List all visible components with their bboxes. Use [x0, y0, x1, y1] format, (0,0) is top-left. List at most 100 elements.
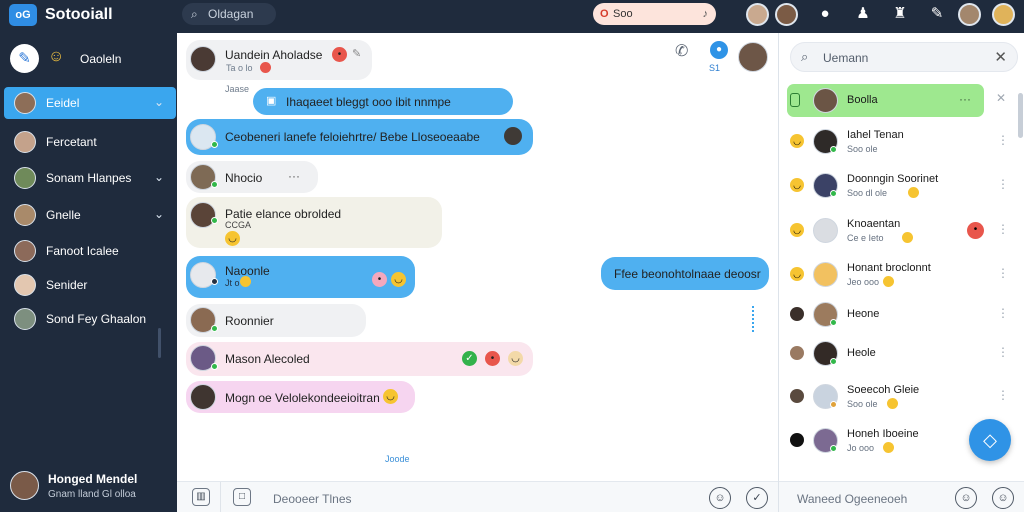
account-avatar[interactable] — [992, 3, 1015, 26]
profile-avatar[interactable] — [958, 3, 981, 26]
bookmark-icon[interactable]: ✎ — [927, 4, 947, 24]
chat-scroll-indicator[interactable] — [752, 306, 756, 332]
profile-status: Gnam lland Gl olloa — [48, 489, 136, 500]
bell-icon[interactable]: ♜ — [890, 4, 910, 24]
online-indicator — [211, 217, 218, 224]
contact-item-heone[interactable]: Heone ⋮ — [787, 298, 1009, 331]
attach-icon[interactable]: ☺ — [955, 487, 977, 509]
contact-status: Jo ooo — [847, 443, 875, 453]
contact-item-iahel-tenan[interactable]: ◡ Iahel Tenan Soo ole ⋮ — [787, 125, 1009, 158]
contact-item-heole[interactable]: Heole ⋮ — [787, 337, 1009, 370]
sidebar: ✎ ☺ Oaoleln Eeidel ⌄ Fercetant Sonam Hla… — [0, 33, 177, 512]
app-window: oG Sotooiall ⌕ Oldagan O Soo ♪ ● ♟ ♜ ✎ ✎… — [0, 0, 1024, 512]
message-bubble[interactable]: Roonnier — [186, 304, 366, 337]
contact-name: Doonngin Soorinet — [847, 173, 939, 185]
video-icon[interactable]: ● — [710, 41, 728, 59]
message-text: Ceobeneri lanefe feloiehrtre/ Bebe Llose… — [225, 130, 480, 144]
message-time: Ta o lo — [226, 63, 253, 73]
contact-avatar[interactable] — [775, 3, 798, 26]
person-icon[interactable]: ♟ — [853, 4, 873, 24]
sidebar-header-label: Oaoleln — [80, 52, 122, 66]
status-dot-icon — [790, 389, 804, 403]
more-icon[interactable]: ⋮ — [997, 306, 1009, 320]
more-icon[interactable]: ⋮ — [997, 388, 1009, 402]
smile-emoji-icon: ◡ — [508, 351, 523, 366]
contact-item-boolla[interactable]: Boolla ··· — [787, 84, 984, 117]
status-dot-icon — [790, 307, 804, 321]
avatar — [14, 240, 36, 262]
more-icon[interactable]: ⋮ — [997, 345, 1009, 359]
sidebar-item-fercetant[interactable]: Fercetant — [4, 126, 176, 158]
message-bubble[interactable]: Mason Alecoled ✓ • ◡ — [186, 342, 533, 376]
more-icon[interactable]: ⋮ — [997, 133, 1009, 147]
close-icon[interactable]: ✕ — [996, 91, 1006, 105]
grin-emoji-icon: ◡ — [391, 272, 406, 287]
edit-icon[interactable]: ✎ — [352, 47, 361, 60]
status-emoji-icon: ◡ — [790, 178, 804, 192]
divider — [220, 482, 221, 512]
more-icon[interactable]: ⋮ — [997, 222, 1009, 236]
more-icon[interactable]: ··· — [288, 169, 300, 183]
emoji-icon[interactable]: ☺ — [992, 487, 1014, 509]
phone-icon[interactable]: ✆ — [675, 41, 688, 61]
top-search-label: Oldagan — [208, 7, 254, 21]
header-meta: S1 — [709, 63, 721, 73]
close-icon[interactable]: ✕ — [994, 48, 1007, 66]
contact-status: Soo ole — [847, 144, 878, 154]
new-chat-button[interactable]: ◇ — [969, 419, 1011, 461]
blush-emoji-icon: • — [372, 272, 387, 287]
compose-button[interactable]: ✎ — [10, 44, 39, 73]
contacts-search[interactable]: ⌕ Uemann ✕ — [790, 42, 1018, 72]
contact-name: Knoaentan — [847, 218, 901, 230]
profile-name: Honged Mendel — [48, 472, 138, 486]
message-bubble[interactable]: Uandein Aholadse • ✎ — [186, 40, 372, 80]
more-icon[interactable]: ··· — [959, 92, 971, 106]
chat-bubble-icon[interactable]: ● — [815, 4, 835, 24]
chat-header-avatar[interactable] — [738, 42, 768, 72]
contacts-scrollbar[interactable] — [1018, 93, 1023, 138]
reaction-icon — [908, 187, 919, 198]
more-icon[interactable]: ⋮ — [997, 177, 1009, 191]
chevron-down-icon: ⌄ — [153, 207, 164, 221]
contact-item-doonngin-soorinet[interactable]: ◡ Doonngin Soorinet Soo dl ole ⋮ — [787, 169, 1009, 202]
angry-emoji-icon: • — [332, 47, 347, 62]
mic-icon: ♪ — [702, 8, 709, 20]
wink-emoji-icon: ◡ — [383, 389, 398, 404]
attachment-icon[interactable]: ▥ — [192, 488, 210, 506]
message-bubble[interactable]: Mogn oe Velolekondeeioitran ◡ — [186, 381, 415, 413]
message-bubble[interactable]: Patie elance obrolded CCGA ◡ — [186, 197, 442, 248]
sidebar-item-sond-fey-ghaalon[interactable]: Sond Fey Ghaalon — [4, 303, 176, 335]
contact-item-soeecoh-gleie[interactable]: Soeecoh Gleie Soo ole ⋮ — [787, 380, 1009, 413]
sidebar-item-gnelle[interactable]: Gnelle ⌄ — [4, 199, 176, 231]
top-status-pill[interactable]: O Soo ♪ — [593, 3, 716, 25]
contact-item-honeh-iboeine[interactable]: Honeh Iboeine Jo ooo — [787, 424, 984, 457]
image-icon[interactable]: □ — [233, 488, 251, 506]
send-icon[interactable]: ✓ — [746, 487, 768, 509]
message-input[interactable]: Deooeer Tlnes — [273, 492, 352, 506]
top-search[interactable]: ⌕ Oldagan — [182, 3, 276, 25]
message-bubble-own[interactable]: Ffee beonohtolnaae deoosr — [601, 257, 769, 290]
sidebar-item-fanoot-icalee[interactable]: Fanoot Icalee — [4, 235, 176, 267]
reaction-icon — [260, 62, 271, 73]
sidebar-item-senider[interactable]: Senider — [4, 269, 176, 301]
sidebar-item-sonam-hlanpes[interactable]: Sonam Hlanpes ⌄ — [4, 162, 176, 194]
sidebar-scrollbar[interactable] — [158, 328, 161, 358]
message-bubble[interactable]: Nhocio ··· — [186, 161, 318, 193]
user-profile[interactable]: Honged Mendel Gnam lland Gl olloa — [0, 460, 177, 512]
contact-item-knoaentan[interactable]: ◡ Knoaentan Ce e Ieto • ⋮ — [787, 214, 1009, 247]
contact-name: Soeecoh Gleie — [847, 384, 920, 396]
online-indicator — [830, 319, 837, 326]
message-bubble[interactable]: Ceobeneri lanefe feloiehrtre/ Bebe Llose… — [186, 119, 533, 155]
more-icon[interactable]: ⋮ — [997, 266, 1009, 280]
sidebar-item-eeidel[interactable]: Eeidel ⌄ — [4, 87, 176, 119]
search-input[interactable]: Uemann — [823, 51, 868, 65]
contact-item-honant-broclonnt[interactable]: ◡ Honant broclonnt Jeo ooo ⋮ — [787, 258, 1009, 291]
message-bubble[interactable]: Naoonle Jt o • ◡ — [186, 256, 415, 298]
side-message-input[interactable]: Waneed Ogeeneoeh — [797, 492, 907, 506]
message-bubble[interactable]: ▣ Ihaqaeet bleggt ooo ibit nnmpe — [253, 88, 513, 115]
status-dot-icon — [790, 433, 804, 447]
user-avatar-icon[interactable] — [746, 3, 769, 26]
contact-status: Ce e Ieto — [847, 233, 884, 243]
avatar — [14, 274, 36, 296]
emoji-icon[interactable]: ☺ — [709, 487, 731, 509]
